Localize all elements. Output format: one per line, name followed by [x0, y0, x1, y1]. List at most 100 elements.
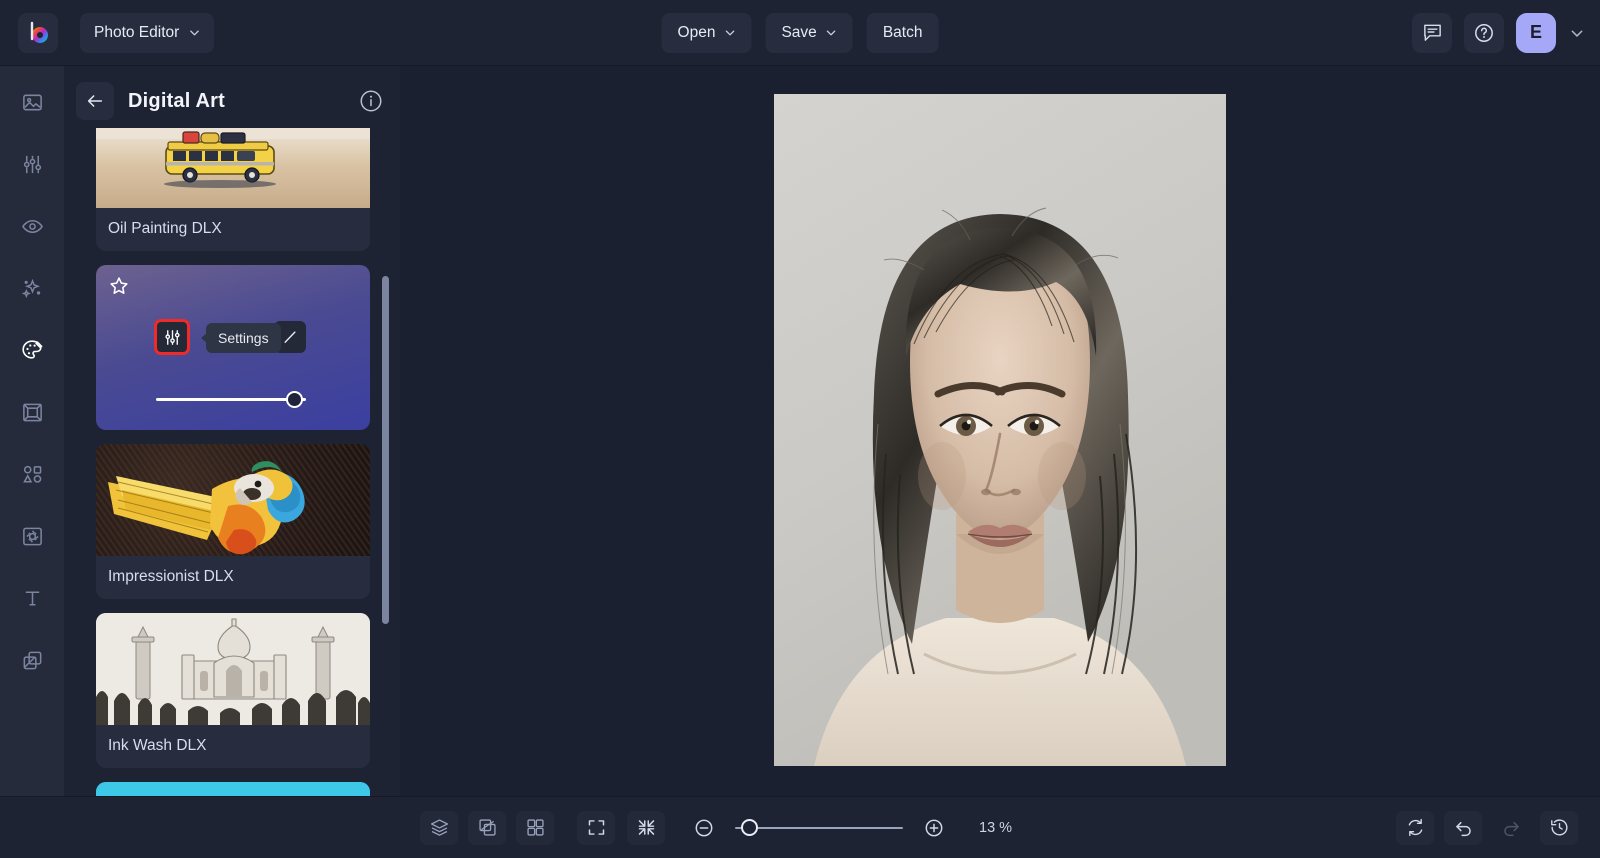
shapes-icon [22, 465, 41, 483]
grid-button[interactable] [516, 810, 554, 845]
list-item-selected[interactable]: Settings [96, 265, 370, 430]
layers-overlay-icon [23, 651, 41, 669]
chevron-down-icon [190, 30, 200, 36]
panel-scrollbar[interactable] [382, 276, 389, 624]
thumbnail-sunflowers [96, 782, 370, 796]
intensity-slider[interactable] [156, 391, 306, 408]
list-item[interactable]: Impressionist DLX [96, 444, 370, 599]
slider-track [156, 398, 306, 401]
page-title: Digital Art [128, 89, 226, 112]
sidebar-item-ai-effects[interactable] [12, 268, 52, 308]
zoom-out-button[interactable] [685, 811, 723, 845]
sidebar-item-artistic[interactable] [12, 330, 52, 370]
sidebar-item-frames[interactable] [12, 392, 52, 432]
text-icon [25, 591, 39, 605]
zoom-in-button[interactable] [915, 811, 953, 845]
tooltip-label: Settings [218, 330, 269, 346]
card-action-row [154, 319, 190, 355]
sidebar-item-library[interactable] [12, 82, 52, 122]
zoom-slider[interactable] [735, 818, 903, 836]
actual-size-button[interactable] [627, 810, 665, 845]
info-circle-icon [360, 90, 382, 112]
history-controls [1396, 810, 1578, 845]
grid-icon [526, 819, 544, 836]
list-item-label: Ink Wash DLX [108, 737, 207, 754]
sidebar-item-overlays[interactable] [12, 640, 52, 680]
help-button[interactable] [1464, 12, 1504, 53]
redo-button[interactable] [1492, 811, 1530, 845]
main-body: Digital Art Oil Painting DLX Settings Im… [0, 66, 1600, 796]
settings-button[interactable] [154, 319, 190, 355]
back-button[interactable] [76, 82, 114, 120]
thumbnail-oil-painting [96, 128, 370, 208]
bokeh-color-wheel-logo-icon [30, 21, 48, 43]
file-actions: Open Save Batch [661, 12, 939, 53]
feedback-button[interactable] [1412, 12, 1452, 53]
thumbnail-ink-wash [96, 613, 370, 725]
texture-icon [22, 527, 42, 545]
panel-header: Digital Art [64, 74, 400, 128]
eye-icon [21, 219, 43, 233]
plus-circle-icon [925, 819, 943, 836]
sidebar-item-text[interactable] [12, 578, 52, 618]
app-mode-menu[interactable]: Photo Editor [80, 12, 215, 53]
effects-list[interactable]: Oil Painting DLX Settings Impressionist … [64, 128, 400, 796]
undo-icon [1455, 821, 1471, 837]
open-button[interactable]: Open [661, 12, 752, 53]
canvas-area[interactable] [400, 66, 1600, 796]
account-menu-button[interactable] [1570, 26, 1584, 40]
star-outline-icon[interactable] [108, 275, 130, 297]
slider-handle[interactable] [286, 391, 303, 408]
avatar[interactable]: E [1516, 12, 1556, 53]
batch-button[interactable]: Batch [866, 12, 939, 53]
history-clock-icon [1550, 819, 1568, 836]
brush-stroke-icon [284, 331, 296, 343]
layers-button[interactable] [420, 810, 458, 845]
thumbnail-impressionist [96, 444, 370, 556]
compare-button[interactable] [468, 810, 506, 845]
history-button[interactable] [1540, 810, 1578, 845]
zoom-controls: 13 % [577, 810, 1023, 845]
list-item-label: Impressionist DLX [108, 568, 234, 585]
sparkles-icon [21, 278, 40, 298]
fit-screen-button[interactable] [577, 810, 615, 845]
image-icon [22, 94, 42, 110]
layers-icon [430, 819, 448, 836]
sidebar-item-shapes[interactable] [12, 454, 52, 494]
bottom-bar: 13 % [0, 796, 1600, 858]
zoom-slider-handle[interactable] [741, 818, 758, 836]
effects-panel: Digital Art Oil Painting DLX Settings Im… [64, 66, 400, 796]
sidebar-item-adjust[interactable] [12, 144, 52, 184]
avatar-initial: E [1529, 22, 1542, 42]
canvas-image[interactable] [774, 94, 1226, 766]
comment-icon [1423, 24, 1441, 41]
list-item-label: Oil Painting DLX [108, 220, 222, 237]
save-label: Save [781, 23, 817, 41]
sliders-icon [23, 155, 41, 173]
list-item[interactable]: Oil Painting DLX [96, 128, 370, 251]
sidebar-item-textures[interactable] [12, 516, 52, 556]
undo-button[interactable] [1444, 810, 1482, 845]
reset-icon [1408, 818, 1422, 837]
info-button[interactable] [358, 88, 384, 114]
sidebar-item-retouch[interactable] [12, 206, 52, 246]
save-button[interactable]: Save [765, 12, 853, 53]
reset-button[interactable] [1396, 810, 1434, 845]
shrink-icon [638, 820, 654, 835]
settings-tooltip: Settings [201, 323, 281, 353]
list-item[interactable] [96, 782, 370, 796]
chevron-down-icon [1571, 29, 1583, 37]
chevron-down-icon [827, 30, 836, 36]
tool-rail [0, 66, 64, 796]
compare-split-icon [478, 819, 496, 836]
photo-editor-app: Photo Editor Open Save Batch E Digital A… [0, 0, 1600, 858]
app-mode-label: Photo Editor [94, 23, 180, 41]
question-circle-icon [1475, 23, 1493, 42]
app-logo[interactable] [18, 12, 58, 53]
batch-label: Batch [882, 23, 923, 41]
palette-icon [22, 340, 43, 359]
chevron-down-icon [725, 30, 735, 36]
list-item[interactable]: Ink Wash DLX [96, 613, 370, 768]
redo-icon [1503, 821, 1519, 837]
account-actions: E [1412, 12, 1584, 53]
